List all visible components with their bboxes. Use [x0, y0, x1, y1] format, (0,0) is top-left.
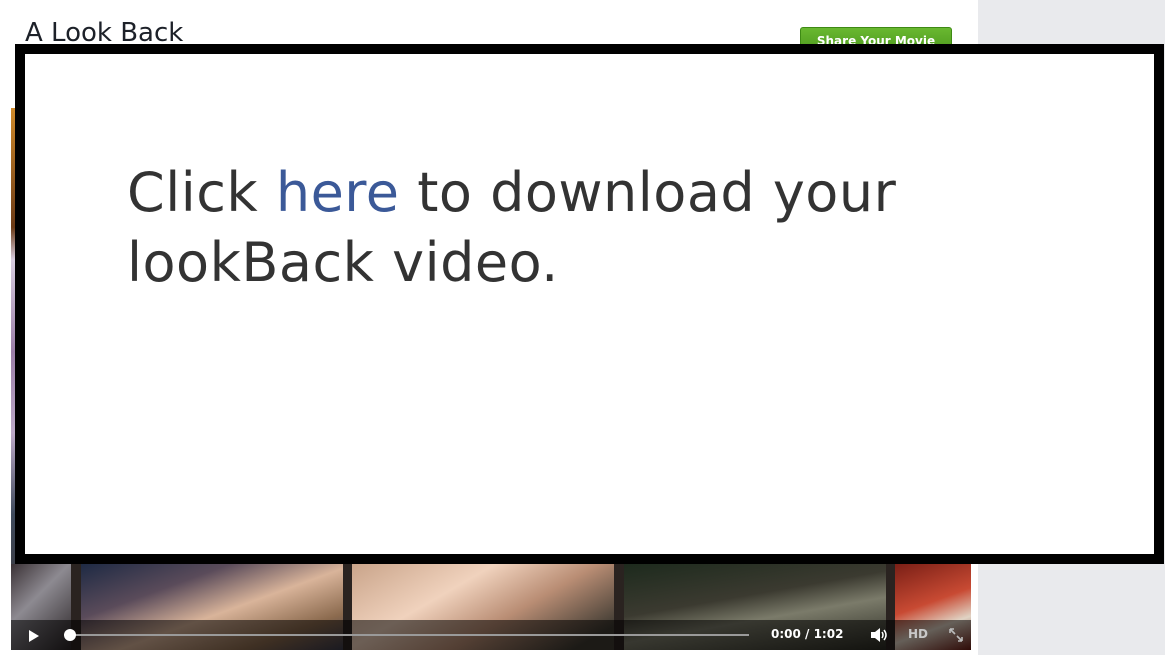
download-message: Click here to download your lookBack vid…: [127, 158, 987, 298]
fullscreen-icon[interactable]: [949, 628, 963, 642]
download-overlay: Click here to download your lookBack vid…: [15, 44, 1164, 564]
video-scrubber[interactable]: [69, 634, 749, 636]
hd-toggle-button[interactable]: HD: [908, 627, 928, 641]
volume-icon[interactable]: [871, 628, 889, 642]
play-icon[interactable]: [29, 630, 39, 642]
message-prefix: Click: [127, 161, 276, 224]
download-link[interactable]: here: [276, 161, 400, 224]
scrubber-handle[interactable]: [64, 629, 76, 641]
page: A Look Back Share Your Movie 0:00 / 1:02…: [0, 0, 1165, 655]
video-controls-bar: 0:00 / 1:02 HD: [11, 620, 971, 650]
time-readout: 0:00 / 1:02: [771, 627, 844, 641]
